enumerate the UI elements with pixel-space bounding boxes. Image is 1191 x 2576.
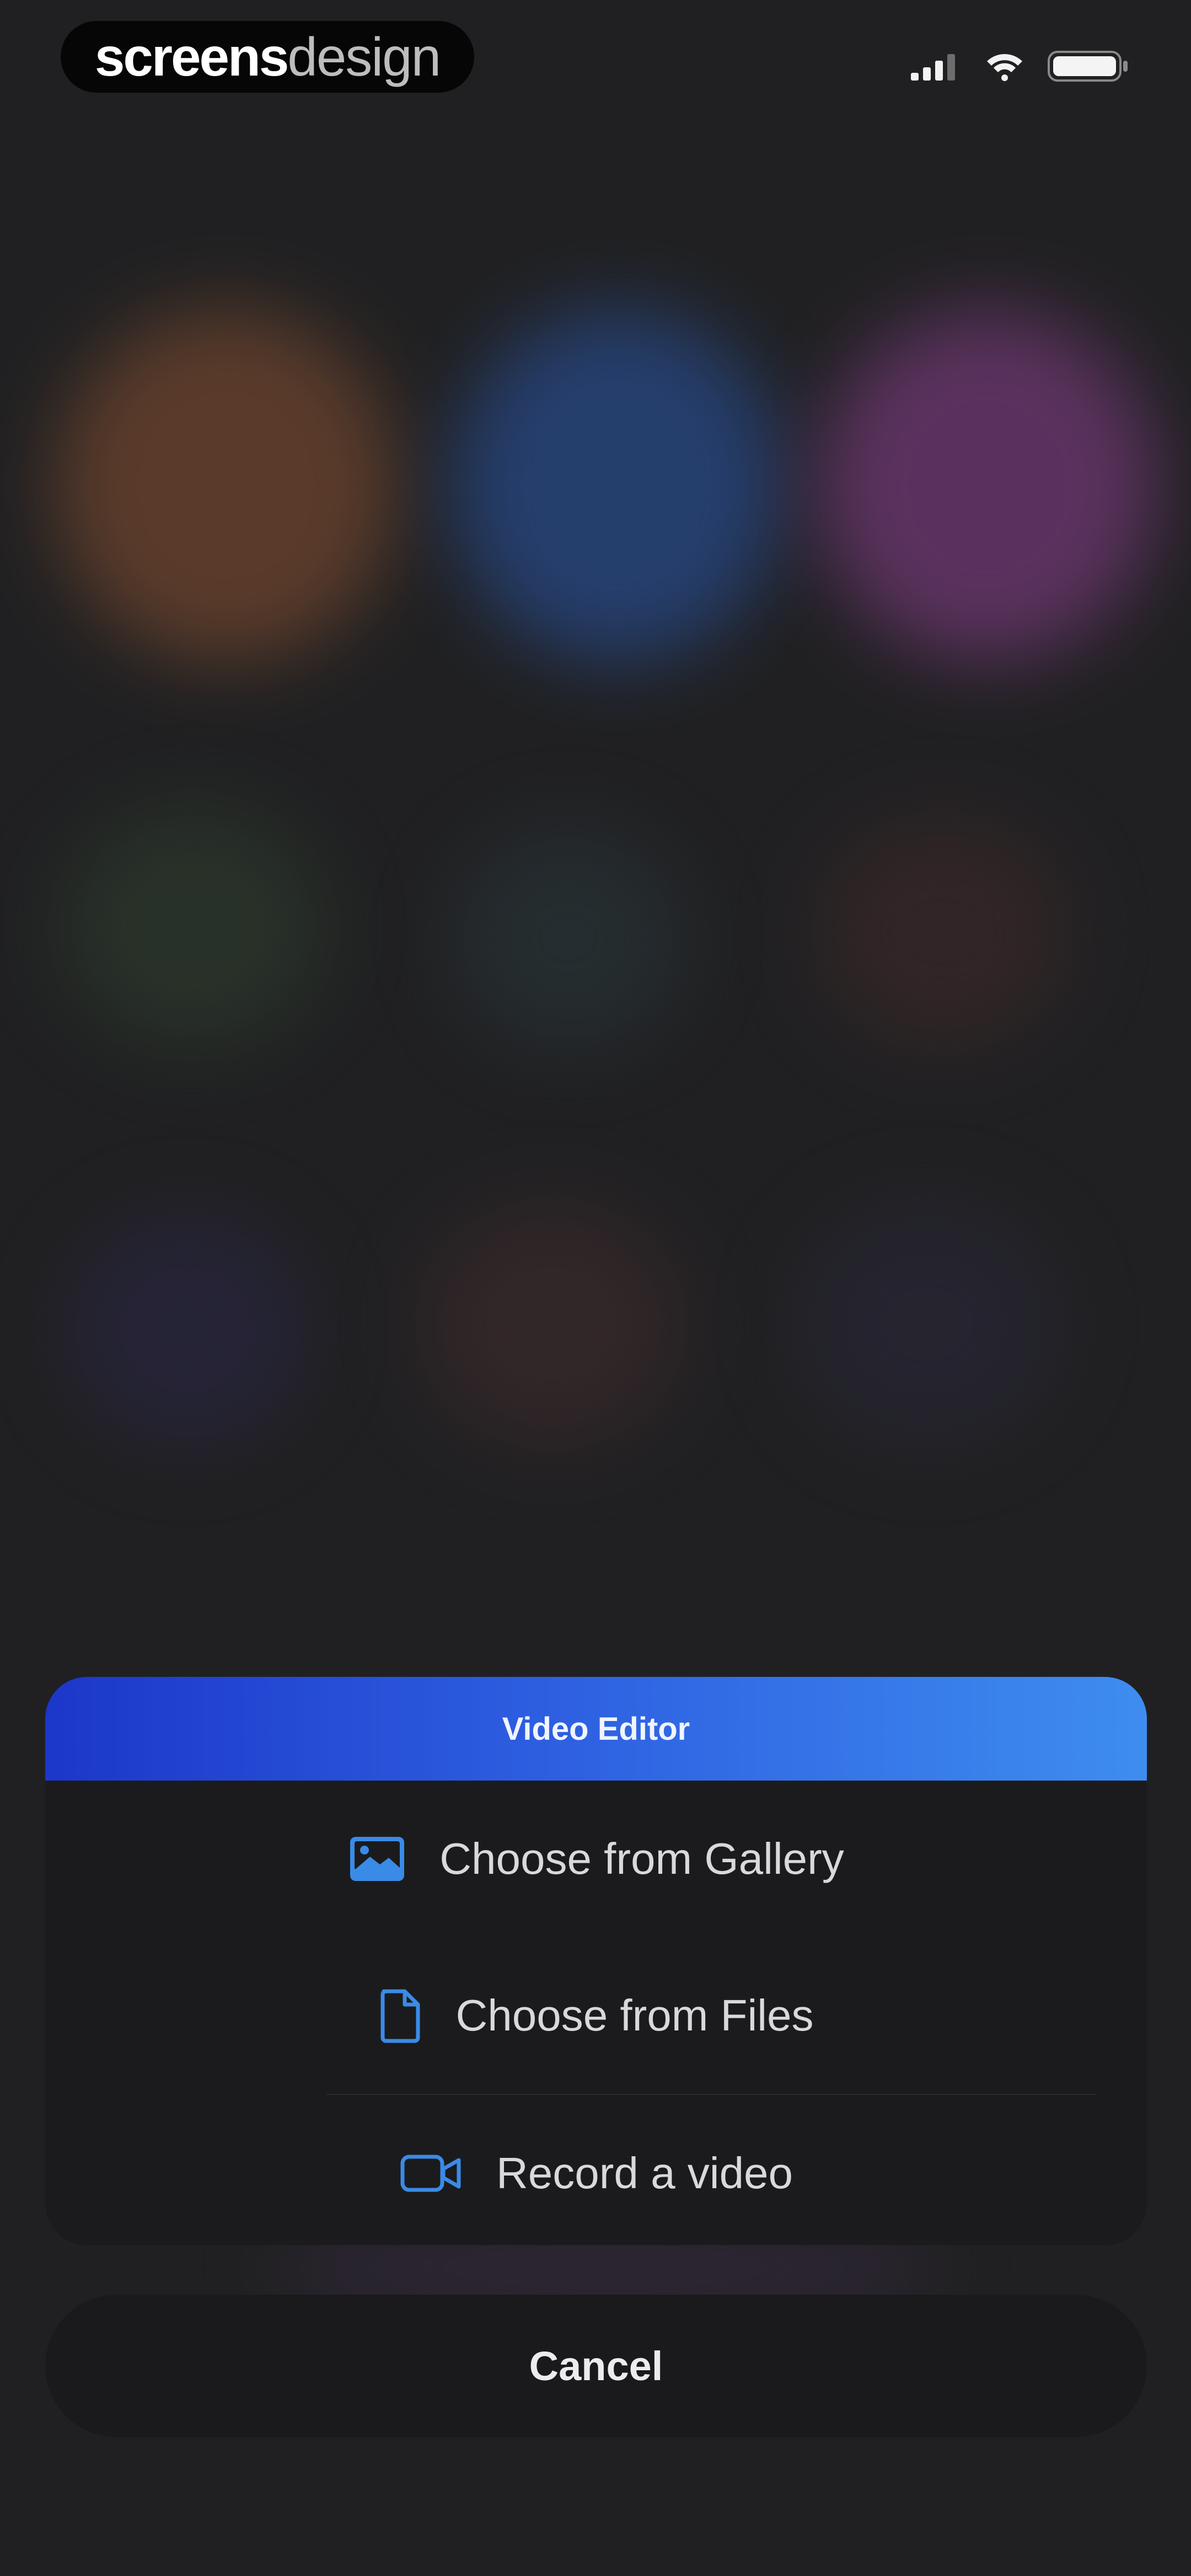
image-icon — [348, 1835, 406, 1883]
option-label: Record a video — [496, 2149, 793, 2198]
brand-watermark-light: design — [287, 26, 441, 87]
status-bar — [911, 50, 1129, 85]
cancel-button[interactable]: Cancel — [45, 2295, 1147, 2437]
brand-watermark: screens design — [61, 21, 474, 93]
cellular-signal-icon — [911, 52, 962, 83]
video-camera-icon — [399, 2152, 463, 2194]
option-label: Choose from Files — [455, 1991, 814, 2040]
choose-from-gallery-option[interactable]: Choose from Gallery — [45, 1781, 1147, 1937]
wifi-icon — [985, 51, 1024, 84]
source-picker-sheet: Video Editor Choose from Gallery Choose … — [45, 1677, 1147, 2245]
battery-icon — [1048, 50, 1129, 85]
brand-watermark-bold: screens — [94, 26, 289, 87]
option-label: Choose from Gallery — [439, 1834, 844, 1883]
choose-from-files-option[interactable]: Choose from Files — [45, 1937, 1147, 2094]
record-video-option[interactable]: Record a video — [45, 2095, 1147, 2245]
file-icon — [378, 1988, 422, 2043]
sheet-title: Video Editor — [45, 1677, 1147, 1781]
